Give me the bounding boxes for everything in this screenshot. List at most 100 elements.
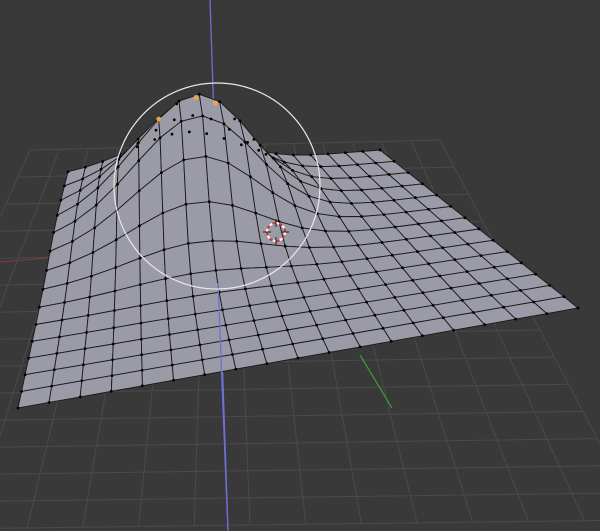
mesh-vertex[interactable] — [265, 362, 269, 365]
mesh-vertex[interactable] — [196, 328, 200, 332]
mesh-vertex[interactable] — [404, 210, 408, 214]
mesh-vertex[interactable] — [322, 277, 326, 281]
mesh-vertex[interactable] — [328, 200, 332, 204]
mesh-vertex[interactable] — [140, 353, 144, 357]
mesh-vertex[interactable] — [348, 274, 352, 277]
mesh-vertex[interactable] — [265, 163, 268, 166]
mesh-vertex[interactable] — [48, 249, 52, 253]
mesh-vertex[interactable] — [138, 283, 142, 286]
mesh-vertex[interactable] — [184, 202, 188, 206]
mesh-vertex[interactable] — [505, 250, 509, 254]
mesh-vertex[interactable] — [358, 345, 362, 349]
mesh-vertex[interactable] — [453, 258, 457, 262]
mesh-vertex[interactable] — [82, 363, 85, 367]
mesh-vertex[interactable] — [392, 159, 396, 163]
mesh-vertex[interactable] — [52, 231, 56, 234]
mesh-vertex[interactable] — [302, 296, 306, 299]
mesh-vertex[interactable] — [248, 304, 252, 307]
mesh-vertex[interactable] — [392, 198, 396, 202]
mesh-vertex[interactable] — [350, 202, 353, 205]
mesh-vertex[interactable] — [393, 296, 397, 299]
mesh-vertex[interactable] — [283, 244, 287, 248]
mesh-vertex[interactable] — [172, 118, 176, 122]
mesh-vertex[interactable] — [466, 242, 470, 246]
mesh-vertex[interactable] — [449, 286, 453, 290]
mesh-vertex[interactable] — [280, 314, 284, 318]
mesh-vertex[interactable] — [141, 384, 144, 388]
mesh-vertex[interactable] — [203, 373, 207, 377]
mesh-vertex[interactable] — [198, 343, 202, 347]
mesh-vertex[interactable] — [502, 305, 505, 309]
mesh-vertex[interactable] — [338, 215, 341, 219]
mesh-vertex[interactable] — [168, 333, 171, 336]
mesh-vertex[interactable] — [68, 261, 72, 265]
mesh-vertex[interactable] — [238, 119, 242, 123]
selected-vertex[interactable] — [193, 95, 199, 100]
mesh-vertex[interactable] — [71, 240, 74, 243]
mesh-vertex[interactable] — [172, 378, 176, 382]
mesh-vertex[interactable] — [390, 253, 394, 257]
mesh-vertex[interactable] — [27, 356, 31, 360]
mesh-vertex[interactable] — [231, 204, 234, 207]
mesh-vertex[interactable] — [222, 122, 226, 126]
mesh-vertex[interactable] — [315, 323, 318, 327]
mesh-vertex[interactable] — [231, 353, 234, 356]
mesh-vertex[interactable] — [88, 295, 92, 299]
mesh-vertex[interactable] — [406, 171, 410, 175]
mesh-vertex[interactable] — [431, 303, 435, 307]
mesh-vertex[interactable] — [91, 251, 95, 254]
mesh-vertex[interactable] — [252, 138, 256, 141]
mesh-vertex[interactable] — [274, 152, 278, 156]
plane-mesh[interactable] — [16, 92, 580, 410]
mesh-vertex[interactable] — [80, 379, 84, 383]
mesh-vertex[interactable] — [139, 321, 143, 325]
mesh-vertex[interactable] — [110, 374, 114, 377]
mesh-vertex[interactable] — [99, 167, 103, 171]
mesh-vertex[interactable] — [310, 175, 314, 179]
mesh-vertex[interactable] — [440, 219, 443, 223]
mesh-vertex[interactable] — [96, 186, 100, 190]
mesh-vertex[interactable] — [76, 202, 79, 206]
mesh-vertex[interactable] — [271, 156, 275, 160]
mesh-vertex[interactable] — [116, 182, 119, 186]
mesh-vertex[interactable] — [339, 189, 343, 193]
mesh-vertex[interactable] — [380, 186, 384, 190]
mesh-vertex[interactable] — [356, 163, 359, 167]
mesh-vertex[interactable] — [175, 102, 179, 106]
mesh-vertex[interactable] — [252, 319, 256, 322]
mesh-vertex[interactable] — [453, 231, 457, 234]
mesh-vertex[interactable] — [421, 182, 424, 186]
mesh-face[interactable] — [212, 240, 242, 271]
mesh-vertex[interactable] — [427, 262, 431, 266]
mesh-vertex[interactable] — [30, 339, 34, 343]
mesh-vertex[interactable] — [357, 287, 360, 291]
mesh-vertex[interactable] — [402, 308, 406, 312]
mesh-vertex[interactable] — [83, 347, 87, 351]
mesh-vertex[interactable] — [86, 314, 90, 317]
mesh-vertex[interactable] — [296, 356, 300, 360]
mesh-vertex[interactable] — [373, 313, 377, 317]
mesh-vertex[interactable] — [153, 138, 157, 141]
mesh-vertex[interactable] — [160, 171, 163, 175]
mesh-vertex[interactable] — [293, 204, 297, 208]
mesh-vertex[interactable] — [20, 390, 23, 393]
mesh-vertex[interactable] — [360, 188, 363, 192]
mesh-face[interactable] — [183, 155, 210, 205]
mesh-vertex[interactable] — [189, 272, 193, 276]
mesh-vertex[interactable] — [371, 200, 375, 204]
mesh-vertex[interactable] — [226, 161, 230, 165]
mesh-vertex[interactable] — [162, 248, 166, 252]
mesh-vertex[interactable] — [326, 152, 330, 156]
mesh-vertex[interactable] — [165, 299, 169, 303]
mesh-vertex[interactable] — [307, 194, 311, 198]
mesh-vertex[interactable] — [111, 358, 114, 362]
mesh-vertex[interactable] — [200, 358, 204, 362]
mesh-vertex[interactable] — [356, 243, 360, 247]
mesh-vertex[interactable] — [256, 333, 260, 337]
mesh-vertex[interactable] — [441, 246, 445, 250]
mesh-vertex[interactable] — [239, 267, 243, 270]
mesh-vertex[interactable] — [112, 326, 116, 330]
mesh-vertex[interactable] — [534, 272, 537, 276]
mesh-vertex[interactable] — [421, 334, 424, 338]
mesh-vertex[interactable] — [301, 164, 304, 168]
